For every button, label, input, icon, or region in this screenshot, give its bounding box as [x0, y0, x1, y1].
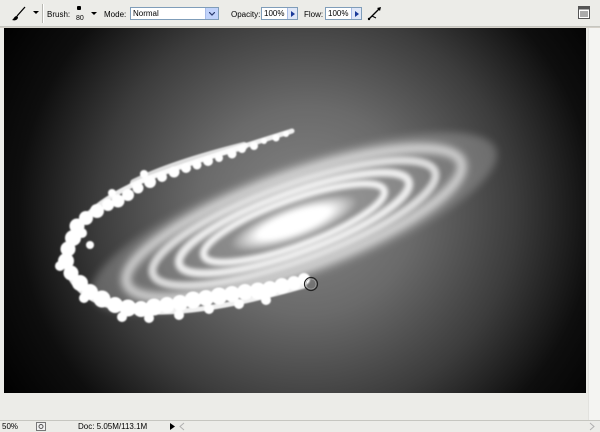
- scroll-right-icon[interactable]: [588, 422, 596, 431]
- brush-size: 80: [76, 15, 84, 22]
- flow-field[interactable]: 100%: [325, 7, 362, 20]
- flow-value: 100%: [328, 9, 349, 18]
- brush-tool-icon: [12, 6, 26, 21]
- status-bar: 50% Doc: 5.05M/113.1M: [0, 420, 600, 432]
- flow-slider-button[interactable]: [351, 8, 361, 19]
- brush-label: Brush:: [47, 10, 71, 19]
- mode-value: Normal: [133, 9, 159, 18]
- vertical-scrollbar[interactable]: [588, 28, 600, 421]
- tool-preset-arrow-icon: [33, 11, 39, 14]
- tool-preset-picker[interactable]: [3, 4, 39, 23]
- palette-well-button[interactable]: [578, 6, 590, 19]
- options-bar: Brush: 80 Mode: Normal Opacity: 100% Flo…: [0, 0, 600, 27]
- chevron-right-icon: [355, 11, 359, 17]
- brush-picker-arrow-icon[interactable]: [91, 12, 97, 16]
- navigator-icon[interactable]: [36, 422, 46, 431]
- opacity-slider-button[interactable]: [287, 8, 297, 19]
- mode-label: Mode:: [104, 10, 127, 19]
- document-window: [0, 27, 600, 421]
- palette-well-icon: [578, 6, 590, 19]
- mode-dropdown-button[interactable]: [205, 8, 218, 19]
- brush-tip-icon: [77, 6, 81, 10]
- chevron-right-icon: [291, 11, 295, 17]
- scroll-left-icon[interactable]: [178, 422, 186, 431]
- chevron-down-icon: [209, 12, 215, 16]
- airbrush-icon: [367, 7, 381, 21]
- divider: [42, 4, 44, 23]
- galaxy-artwork: [55, 128, 497, 323]
- opacity-label: Opacity:: [231, 10, 261, 19]
- opacity-field[interactable]: 100%: [261, 7, 298, 20]
- flow-label: Flow:: [304, 10, 324, 19]
- brush-preset-thumbnail[interactable]: 80: [73, 3, 87, 25]
- opacity-value: 100%: [264, 9, 285, 18]
- image-canvas[interactable]: [4, 28, 586, 393]
- zoom-level[interactable]: 50%: [2, 422, 32, 431]
- document-size-info: Doc: 5.05M/113.1M: [78, 422, 148, 431]
- status-menu-arrow-icon[interactable]: [170, 423, 175, 430]
- mode-select[interactable]: Normal: [130, 7, 219, 20]
- airbrush-button[interactable]: [366, 5, 384, 22]
